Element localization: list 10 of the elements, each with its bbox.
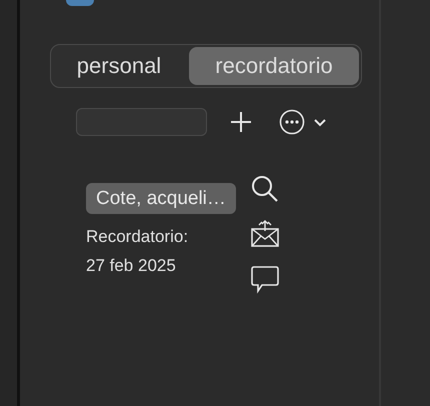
tab[interactable]: personal [53,47,185,85]
add-icon[interactable] [229,110,253,134]
tab[interactable]: recordatorio [189,47,359,85]
reminder-label: Recordatorio: [86,226,188,248]
reminder-date: 27 feb 2025 [86,255,176,277]
search-icon[interactable] [250,174,280,204]
comment-icon[interactable] [250,264,280,294]
tag-button[interactable]: Cote, acqueli… [86,183,236,214]
envelope-icon[interactable] [250,219,280,249]
text-field[interactable] [76,108,207,136]
